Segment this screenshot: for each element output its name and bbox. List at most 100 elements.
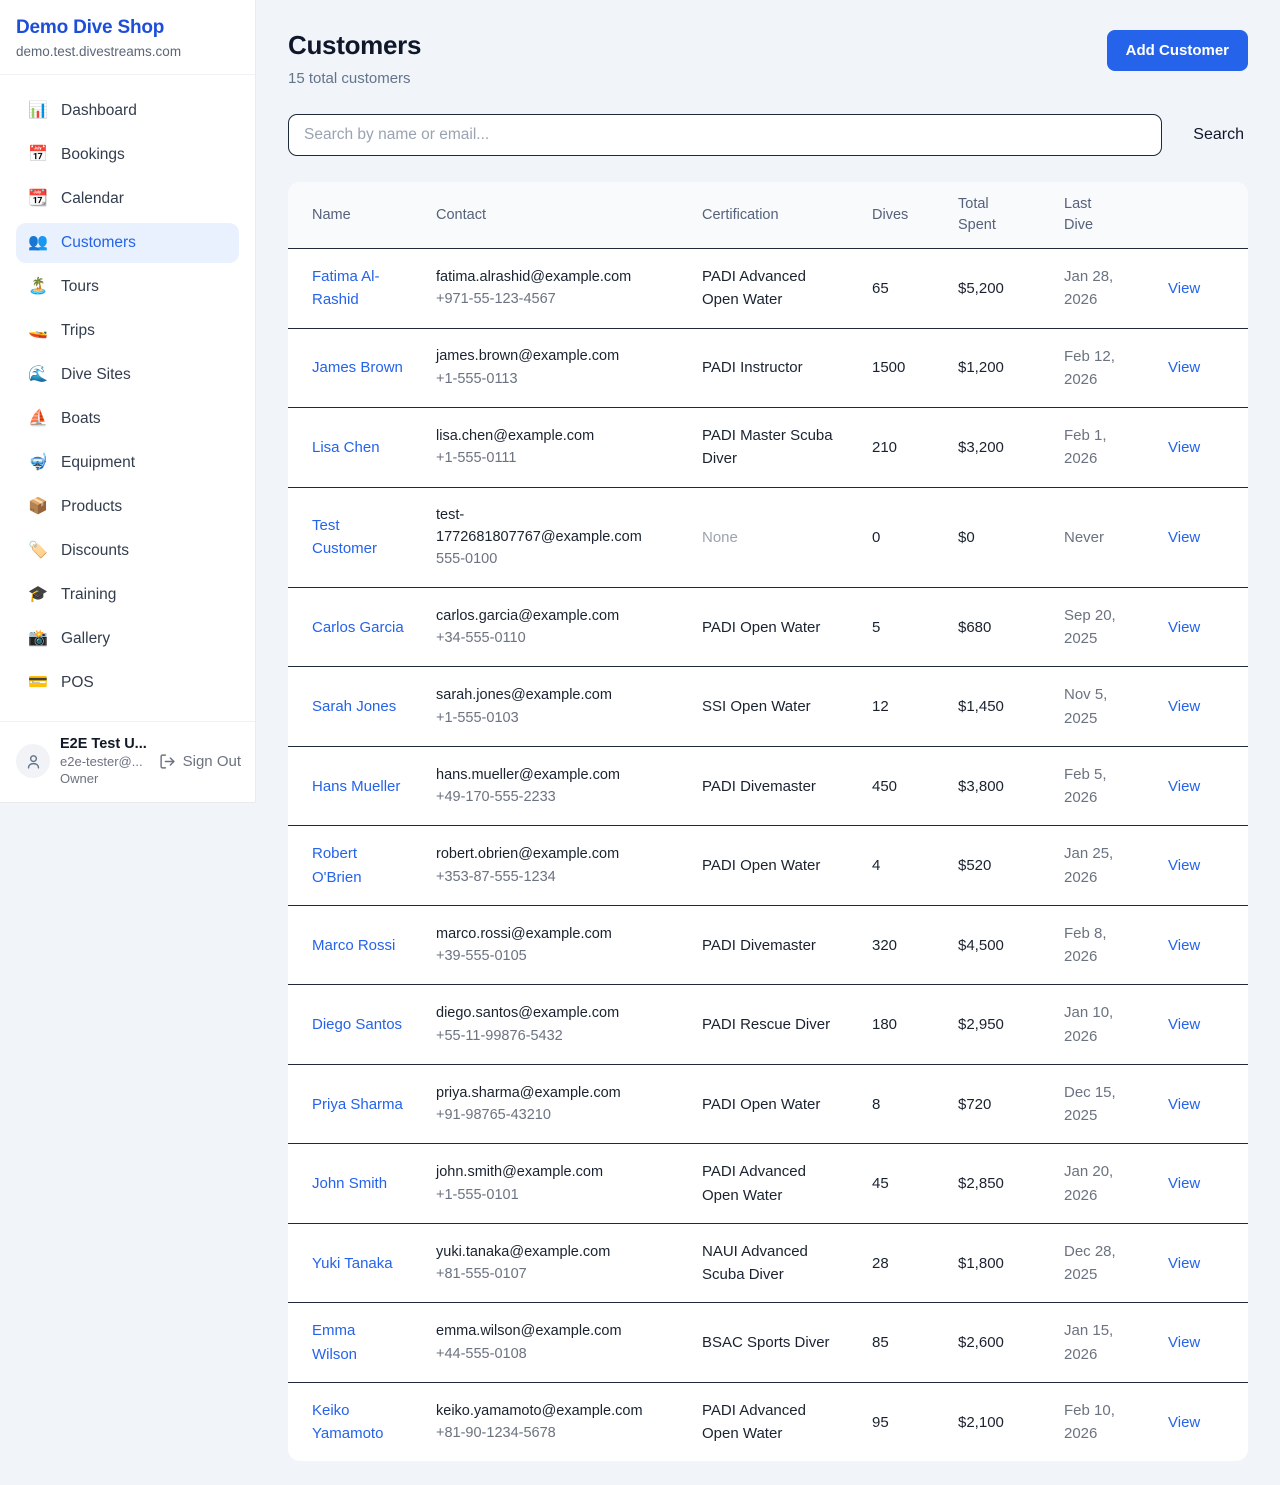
brand: Demo Dive Shop demo.test.divestreams.com	[0, 0, 255, 75]
sailboat-icon: ⛵	[28, 411, 48, 427]
calendar-date-icon: 📅	[28, 147, 48, 163]
user-footer: E2E Test U... e2e-tester@... Owner Sign …	[0, 721, 255, 802]
customer-total-spent: $2,600	[958, 1334, 1004, 1351]
customer-certification: PADI Instructor	[702, 356, 834, 379]
table-row: Fatima Al-Rashid fatima.alrashid@example…	[288, 249, 1248, 329]
customer-email: keiko.yamamoto@example.com	[436, 1400, 664, 1422]
search-button[interactable]: Search	[1189, 126, 1248, 144]
sidebar-item-boats[interactable]: ⛵ Boats	[16, 399, 239, 439]
customers-table-card: Name Contact Certification Dives Total S…	[288, 182, 1248, 1461]
customer-certification: PADI Rescue Diver	[702, 1013, 834, 1036]
table-row: Robert O'Brien robert.obrien@example.com…	[288, 826, 1248, 906]
customer-name-link[interactable]: Priya Sharma	[312, 1093, 403, 1116]
customer-total-spent: $2,950	[958, 1016, 1004, 1033]
table-row: John Smith john.smith@example.com +1-555…	[288, 1144, 1248, 1224]
customer-name-link[interactable]: Carlos Garcia	[312, 616, 404, 639]
customer-last-dive: Feb 12, 2026	[1064, 345, 1130, 392]
customer-last-dive: Never	[1064, 526, 1104, 549]
customer-phone: +39-555-0105	[436, 945, 690, 967]
search-input[interactable]	[288, 114, 1162, 156]
view-customer-link[interactable]: View	[1168, 280, 1200, 297]
column-header-total-spent: Total Spent	[958, 182, 1064, 249]
customer-name-link[interactable]: Test Customer	[312, 514, 404, 561]
customer-phone: +353-87-555-1234	[436, 866, 690, 888]
customer-name-link[interactable]: Sarah Jones	[312, 695, 396, 718]
sign-out-label: Sign Out	[183, 753, 241, 770]
view-customer-link[interactable]: View	[1168, 1414, 1200, 1431]
customer-total-spent: $720	[958, 1096, 991, 1113]
customer-name-link[interactable]: Hans Mueller	[312, 775, 400, 798]
customer-email: carlos.garcia@example.com	[436, 605, 664, 627]
customer-phone: +81-555-0107	[436, 1263, 690, 1285]
customer-name-link[interactable]: Emma Wilson	[312, 1319, 404, 1366]
customer-last-dive: Jan 20, 2026	[1064, 1160, 1130, 1207]
customer-dives: 95	[872, 1414, 889, 1431]
view-customer-link[interactable]: View	[1168, 698, 1200, 715]
customer-dives: 1500	[872, 359, 905, 376]
customer-name-link[interactable]: John Smith	[312, 1172, 387, 1195]
view-customer-link[interactable]: View	[1168, 529, 1200, 546]
customer-phone: +1-555-0113	[436, 368, 690, 390]
customer-name-link[interactable]: Fatima Al-Rashid	[312, 265, 404, 312]
sidebar-item-equipment[interactable]: 🤿 Equipment	[16, 443, 239, 483]
customer-dives: 8	[872, 1096, 880, 1113]
view-customer-link[interactable]: View	[1168, 439, 1200, 456]
sidebar-item-dashboard[interactable]: 📊 Dashboard	[16, 91, 239, 131]
customer-email: test-1772681807767@example.com	[436, 504, 664, 549]
customer-last-dive: Nov 5, 2025	[1064, 683, 1130, 730]
table-header-row: Name Contact Certification Dives Total S…	[288, 182, 1248, 249]
view-customer-link[interactable]: View	[1168, 1175, 1200, 1192]
customer-certification: PADI Open Water	[702, 1093, 834, 1116]
view-customer-link[interactable]: View	[1168, 1096, 1200, 1113]
customer-email: hans.mueller@example.com	[436, 764, 664, 786]
camera-icon: 📸	[28, 631, 48, 647]
customer-last-dive: Sep 20, 2025	[1064, 604, 1130, 651]
customer-name-link[interactable]: James Brown	[312, 356, 403, 379]
view-customer-link[interactable]: View	[1168, 857, 1200, 874]
customer-dives: 4	[872, 857, 880, 874]
sidebar-item-bookings[interactable]: 📅 Bookings	[16, 135, 239, 175]
view-customer-link[interactable]: View	[1168, 359, 1200, 376]
user-icon	[25, 753, 42, 770]
view-customer-link[interactable]: View	[1168, 778, 1200, 795]
customer-certification: PADI Advanced Open Water	[702, 1160, 834, 1207]
view-customer-link[interactable]: View	[1168, 619, 1200, 636]
sidebar-nav: 📊 Dashboard 📅 Bookings 📆 Calendar 👥 Cust…	[0, 75, 255, 721]
view-customer-link[interactable]: View	[1168, 1016, 1200, 1033]
customer-name-link[interactable]: Marco Rossi	[312, 934, 395, 957]
user-info: E2E Test U... e2e-tester@... Owner	[60, 736, 149, 786]
customer-email: diego.santos@example.com	[436, 1002, 664, 1024]
view-customer-link[interactable]: View	[1168, 1334, 1200, 1351]
sidebar-item-products[interactable]: 📦 Products	[16, 487, 239, 527]
customer-name-link[interactable]: Diego Santos	[312, 1013, 402, 1036]
sidebar-item-pos[interactable]: 💳 POS	[16, 663, 239, 703]
customer-email: lisa.chen@example.com	[436, 425, 664, 447]
sign-out-button[interactable]: Sign Out	[159, 753, 241, 770]
sidebar-item-training[interactable]: 🎓 Training	[16, 575, 239, 615]
sidebar-item-gallery[interactable]: 📸 Gallery	[16, 619, 239, 659]
sidebar-item-customers[interactable]: 👥 Customers	[16, 223, 239, 263]
brand-subdomain: demo.test.divestreams.com	[16, 44, 239, 59]
customer-total-spent: $0	[958, 529, 975, 546]
customer-email: emma.wilson@example.com	[436, 1320, 664, 1342]
customer-phone: +44-555-0108	[436, 1343, 690, 1365]
user-name: E2E Test U...	[60, 736, 149, 752]
sidebar-item-calendar[interactable]: 📆 Calendar	[16, 179, 239, 219]
add-customer-button[interactable]: Add Customer	[1107, 30, 1248, 71]
customer-total-spent: $5,200	[958, 280, 1004, 297]
sidebar-item-tours[interactable]: 🏝️ Tours	[16, 267, 239, 307]
view-customer-link[interactable]: View	[1168, 937, 1200, 954]
customer-certification: PADI Open Water	[702, 616, 834, 639]
sidebar-item-trips[interactable]: 🚤 Trips	[16, 311, 239, 351]
view-customer-link[interactable]: View	[1168, 1255, 1200, 1272]
customer-name-link[interactable]: Keiko Yamamoto	[312, 1399, 404, 1446]
column-header-name: Name	[288, 182, 436, 249]
customer-name-link[interactable]: Lisa Chen	[312, 436, 380, 459]
user-role: Owner	[60, 771, 149, 786]
customer-phone: +81-90-1234-5678	[436, 1422, 690, 1444]
sidebar-item-dive-sites[interactable]: 🌊 Dive Sites	[16, 355, 239, 395]
customer-name-link[interactable]: Yuki Tanaka	[312, 1252, 393, 1275]
customer-name-link[interactable]: Robert O'Brien	[312, 842, 404, 889]
customer-last-dive: Jan 10, 2026	[1064, 1001, 1130, 1048]
sidebar-item-discounts[interactable]: 🏷️ Discounts	[16, 531, 239, 571]
